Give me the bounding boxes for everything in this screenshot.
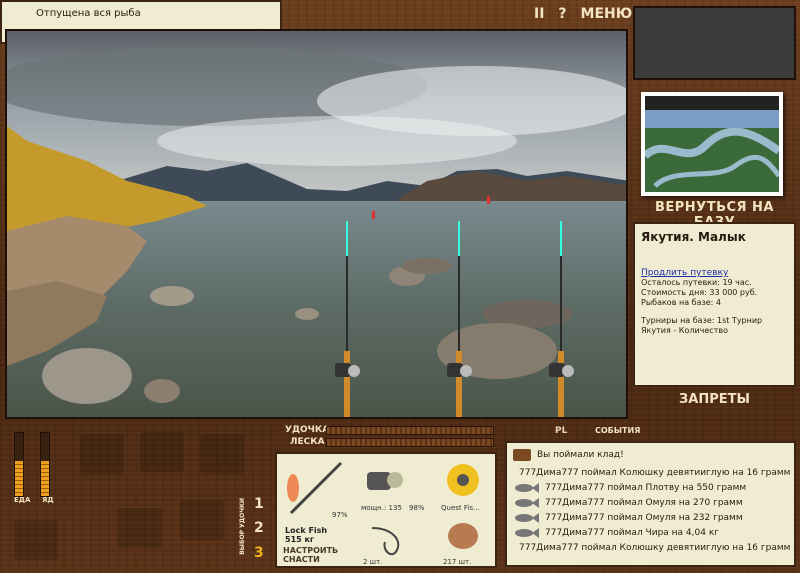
catch-log: Вы поймали клад! 777Дима777 поймал Колюш… — [505, 441, 796, 567]
line-label: ЛЕСКА — [290, 437, 325, 447]
rod-icon[interactable] — [281, 458, 351, 518]
treasure-chest-icon — [513, 449, 531, 461]
catch-entry: 777Дима777 поймал Колюшку девятииглую на… — [519, 467, 791, 478]
catch-entry: 777Дима777 поймал Чира на 4,04 кг — [545, 527, 719, 538]
catch-log-header: Вы поймали клад! — [537, 450, 624, 460]
reel-power: мощн.: 135 — [361, 504, 402, 512]
location-info-panel: Якутия. Малык Продлить путевку Осталось … — [633, 222, 796, 387]
bans-button[interactable]: ЗАПРЕТЫ — [633, 392, 796, 408]
list-item: 777Дима777 поймал Колюшку девятииглую на… — [513, 540, 791, 555]
toolbox-icon[interactable] — [14, 520, 58, 560]
rod-select-label: ВЫБОР УДОЧКИ — [239, 498, 246, 555]
catch-entry: 777Дима777 поймал Колюшку девятииглую на… — [519, 542, 791, 553]
location-name: Якутия. Малык — [641, 230, 746, 244]
rod-label: УДОЧКА — [285, 425, 330, 435]
backpack-icon[interactable] — [140, 432, 184, 472]
reel-percent: 98% — [409, 504, 425, 512]
list-item: 777Дима777 поймал Плотву на 550 грамм — [513, 480, 788, 495]
list-item: 777Дима777 поймал Омуля на 270 грамм — [513, 495, 788, 510]
food-gauge — [14, 432, 24, 497]
info-line: Рыбаков на базе: 4 — [641, 298, 721, 307]
rod-slot-3[interactable]: 3 — [254, 545, 264, 561]
return-to-base-button[interactable]: ВЕРНУТЬСЯ НА БАЗУ — [633, 200, 796, 230]
poison-label: ЯД — [42, 496, 54, 504]
list-item: 777Дима777 поймал Омуля на 232 грамм — [513, 510, 788, 525]
pl-button[interactable]: PL — [555, 426, 567, 436]
catch-entry: 777Дима777 поймал Омуля на 270 грамм — [545, 497, 743, 508]
events-button[interactable]: СОБЫТИЯ — [595, 426, 640, 435]
catch-entry: 777Дима777 поймал Плотву на 550 грамм — [545, 482, 747, 493]
list-item: 777Дима777 поймал Чира на 4,04 кг — [513, 525, 788, 540]
catch-entry: 777Дима777 поймал Омуля на 232 грамм — [545, 512, 743, 523]
info-line: Турниры на базе: 1st Турнир Якутия - Кол… — [641, 316, 763, 335]
line-spool-icon[interactable] — [443, 460, 483, 500]
rod-slot-2[interactable]: 2 — [254, 520, 264, 536]
fish-icon — [515, 512, 539, 523]
hook-count: 2 шт. — [363, 558, 383, 566]
list-item: 777Дима777 поймал Колюшку девятииглую на… — [513, 465, 791, 480]
keepnet-icon[interactable] — [180, 500, 224, 540]
hook-icon[interactable] — [367, 520, 407, 556]
equipment-icon[interactable] — [118, 508, 162, 548]
tackle-panel: 97% Lock Fish 515 кг НАСТРОИТЬ СНАСТИ мо… — [275, 452, 497, 568]
status-message: Отпущена вся рыба — [36, 8, 141, 19]
rod-tension-bar — [326, 426, 494, 435]
bait-icon[interactable] — [443, 518, 483, 554]
minimap[interactable] — [633, 6, 796, 80]
bait-count: 217 шт. — [443, 558, 472, 566]
top-menu: II ? МЕНЮ — [534, 6, 632, 22]
line-tension-bar — [326, 438, 494, 447]
fish-icon — [515, 527, 539, 538]
setup-tackle-button[interactable]: НАСТРОИТЬ СНАСТИ — [283, 546, 339, 564]
location-photo — [641, 92, 783, 196]
rod-slot-1[interactable]: 1 — [254, 496, 264, 512]
lake-view — [7, 31, 626, 417]
rod-weight: 515 кг — [285, 535, 315, 544]
reel-icon[interactable] — [363, 462, 407, 498]
menu-button[interactable]: МЕНЮ — [581, 6, 633, 22]
line-name: Quest Fis... — [441, 504, 480, 512]
pause-button[interactable]: II — [534, 6, 544, 22]
poison-gauge — [40, 432, 50, 497]
tackle-box-icon[interactable] — [80, 434, 124, 474]
food-label: ЕДА — [14, 496, 31, 504]
fish-icon — [515, 497, 539, 508]
extend-permit-link[interactable]: Продлить путевку — [641, 268, 728, 278]
fish-icon — [515, 482, 539, 493]
help-button[interactable]: ? — [558, 6, 566, 22]
rod-name: Lock Fish — [285, 526, 328, 535]
info-line: Осталось путевки: 19 час. — [641, 278, 752, 287]
rod-percent: 97% — [332, 511, 348, 519]
book-icon[interactable] — [200, 434, 244, 474]
info-line: Стоимость дня: 33 000 руб. — [641, 288, 758, 297]
fishing-scene[interactable] — [5, 29, 628, 419]
